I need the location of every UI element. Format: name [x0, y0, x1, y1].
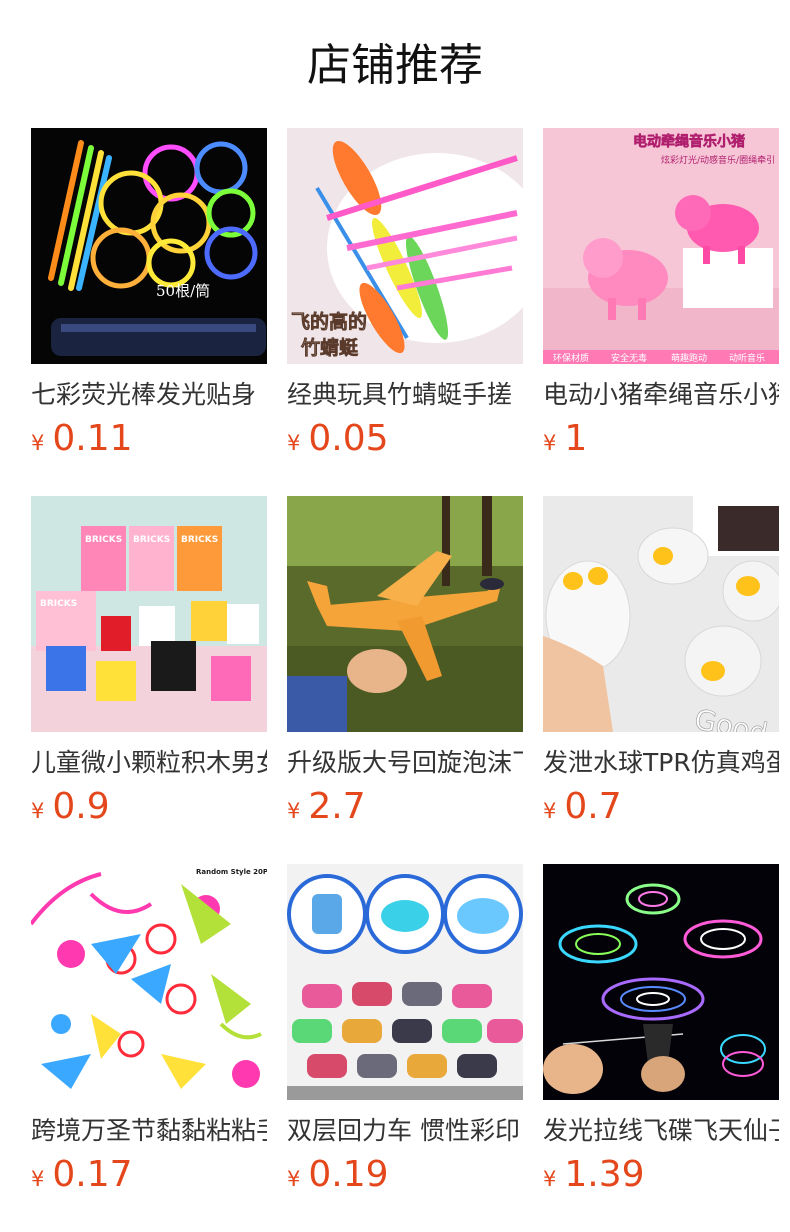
building-blocks-image[interactable]: BRICKS BRICKS BRICKS BRICKS — [31, 496, 267, 732]
product-price: ¥0.17 — [31, 1154, 267, 1195]
squeeze-egg-image[interactable]: Good — [543, 496, 779, 732]
sticky-toys-image[interactable]: Random Style 20PCS — [31, 864, 267, 1100]
currency-symbol: ¥ — [543, 799, 557, 823]
bricks-box-label-4: BRICKS — [40, 599, 77, 609]
product-card-glow-sticks[interactable]: 50根/筒 七彩荧光棒发光贴身 ¥0.11 — [31, 128, 267, 468]
bricks-box-label-3: BRICKS — [181, 535, 218, 545]
product-name[interactable]: 电动小猪牵绳音乐小猪 — [543, 378, 779, 412]
product-name[interactable]: 儿童微小颗粒积木男女 — [31, 746, 267, 780]
bamboo-dragonfly-image[interactable]: 飞的高的 竹蜻蜓 — [287, 128, 523, 364]
pig-feature-1: 环保材质 — [553, 352, 589, 364]
page-title: 店铺推荐 — [307, 40, 483, 91]
product-price: ¥0.19 — [287, 1154, 523, 1195]
foam-plane-image[interactable] — [287, 496, 523, 732]
product-name[interactable]: 双层回力车 惯性彩印 — [287, 1114, 523, 1148]
product-price: ¥0.11 — [31, 418, 267, 459]
product-price: ¥1.39 — [543, 1154, 779, 1195]
product-card-foam-plane[interactable]: 升级版大号回旋泡沫飞机 ¥2.7 — [287, 496, 523, 836]
product-card-flying-disc[interactable]: 发光拉线飞碟飞天仙子 ¥1.39 — [543, 864, 779, 1204]
currency-symbol: ¥ — [543, 431, 557, 455]
product-price: ¥0.05 — [287, 418, 523, 459]
product-card-sticky-toys[interactable]: Random Style 20PCS 跨境万圣节黏黏粘粘手 ¥0.17 — [31, 864, 267, 1204]
price-value: 1.39 — [564, 1154, 645, 1195]
currency-symbol: ¥ — [31, 1167, 45, 1191]
currency-symbol: ¥ — [31, 431, 45, 455]
currency-symbol: ¥ — [287, 431, 301, 455]
product-name[interactable]: 发光拉线飞碟飞天仙子 — [543, 1114, 779, 1148]
dragonfly-caption-line2: 竹蜻蜓 — [300, 336, 359, 359]
sticky-toys-caption: Random Style 20PCS — [196, 868, 267, 876]
currency-symbol: ¥ — [31, 799, 45, 823]
electric-pig-image[interactable]: 电动牵绳音乐小猪 炫彩灯光/动感音乐/圈绳牵引 环保材质 安全无毒 萌趣跑动 动… — [543, 128, 779, 364]
price-value: 0.05 — [308, 418, 389, 459]
price-value: 0.11 — [52, 418, 133, 459]
currency-symbol: ¥ — [287, 1167, 301, 1191]
product-name[interactable]: 升级版大号回旋泡沫飞机 — [287, 746, 523, 780]
product-price: ¥2.7 — [287, 786, 523, 827]
currency-symbol: ¥ — [543, 1167, 557, 1191]
product-price: ¥0.7 — [543, 786, 779, 827]
pig-caption-title: 电动牵绳音乐小猪 — [633, 133, 745, 150]
product-price: ¥1 — [543, 418, 779, 459]
pig-feature-2: 安全无毒 — [611, 352, 647, 364]
pig-feature-3: 萌趣跑动 — [671, 352, 707, 364]
bricks-box-label-1: BRICKS — [85, 535, 122, 545]
price-value: 2.7 — [308, 786, 366, 827]
product-name[interactable]: 经典玩具竹蜻蜓手搓 — [287, 378, 523, 412]
dragonfly-caption-line1: 飞的高的 — [291, 310, 367, 333]
price-value: 0.19 — [308, 1154, 389, 1195]
price-value: 1 — [564, 418, 588, 459]
currency-symbol: ¥ — [287, 799, 301, 823]
pig-caption-subtitle: 炫彩灯光/动感音乐/圈绳牵引 — [661, 154, 775, 166]
product-card-bamboo-dragonfly[interactable]: 飞的高的 竹蜻蜓 经典玩具竹蜻蜓手搓 ¥0.05 — [287, 128, 523, 468]
product-name[interactable]: 发泄水球TPR仿真鸡蛋 — [543, 746, 779, 780]
pullback-cars-image[interactable] — [287, 864, 523, 1100]
product-price: ¥0.9 — [31, 786, 267, 827]
product-name[interactable]: 跨境万圣节黏黏粘粘手 — [31, 1114, 267, 1148]
product-card-pullback-cars[interactable]: 双层回力车 惯性彩印 ¥0.19 — [287, 864, 523, 1204]
glow-sticks-caption: 50根/筒 — [156, 282, 210, 300]
price-value: 0.9 — [52, 786, 110, 827]
glow-sticks-image[interactable]: 50根/筒 — [31, 128, 267, 364]
price-value: 0.7 — [564, 786, 622, 827]
product-name[interactable]: 七彩荧光棒发光贴身 — [31, 378, 267, 412]
product-card-electric-pig[interactable]: 电动牵绳音乐小猪 炫彩灯光/动感音乐/圈绳牵引 环保材质 安全无毒 萌趣跑动 动… — [543, 128, 779, 468]
flying-disc-image[interactable] — [543, 864, 779, 1100]
product-card-squeeze-egg[interactable]: Good 发泄水球TPR仿真鸡蛋 ¥0.7 — [543, 496, 779, 836]
product-card-building-blocks[interactable]: BRICKS BRICKS BRICKS BRICKS 儿童微小颗粒积木男女 ¥… — [31, 496, 267, 836]
bricks-box-label-2: BRICKS — [133, 535, 170, 545]
price-value: 0.17 — [52, 1154, 133, 1195]
pig-feature-4: 动听音乐 — [729, 352, 765, 364]
